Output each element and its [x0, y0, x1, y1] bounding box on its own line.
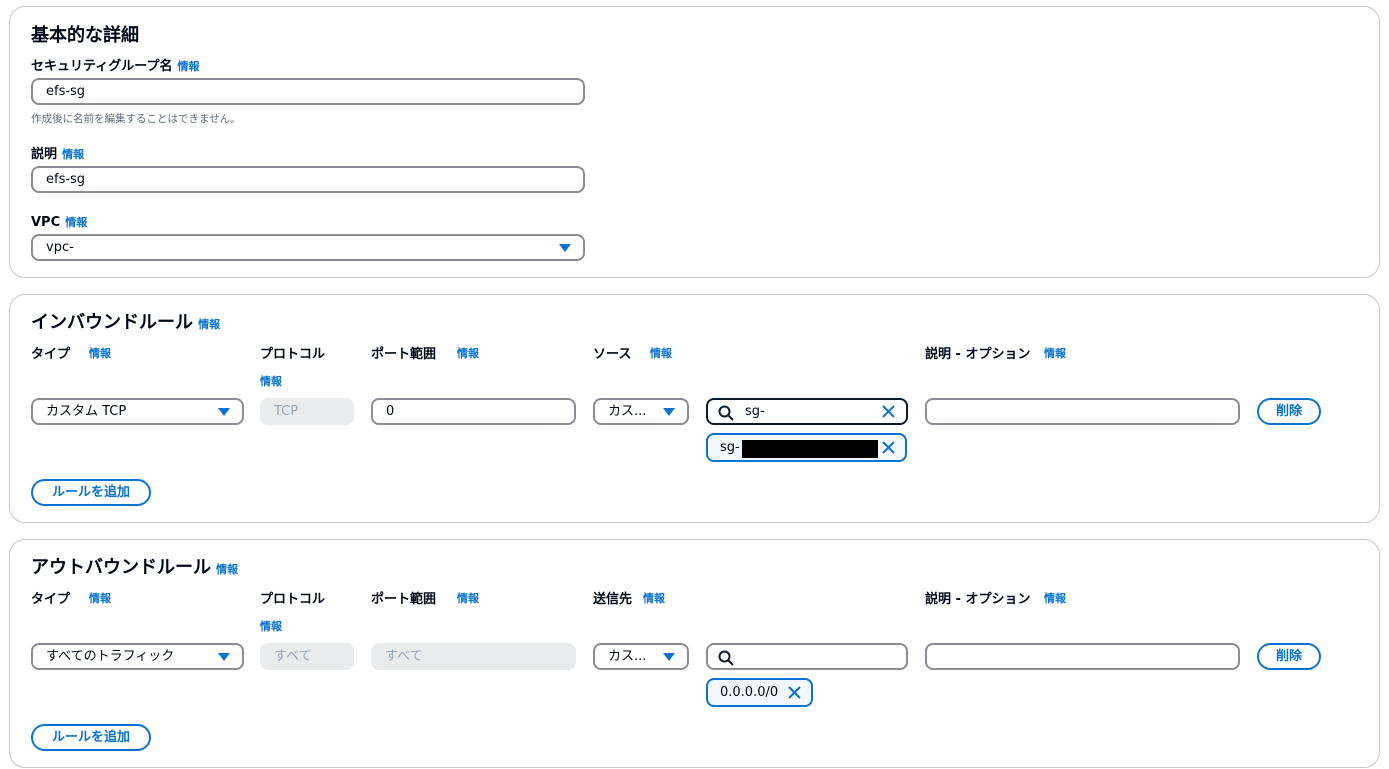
inbound-rules-panel: インバウンドルール 情報 タイプ 情報 プロトコル 情報 ポート範囲 情報 ソー…: [9, 294, 1380, 523]
outbound-heading: アウトバウンドルール: [31, 557, 211, 578]
inbound-source-token-label: sg-: [720, 440, 740, 455]
outbound-type-value: すべてのトラフィック: [46, 649, 175, 664]
outbound-port-info-link[interactable]: 情報: [457, 590, 479, 606]
inbound-source-search-input[interactable]: sg-: [706, 398, 908, 425]
outbound-col-destination: 送信先: [593, 592, 633, 607]
close-icon[interactable]: [880, 403, 897, 420]
outbound-heading-row: アウトバウンドルール 情報: [31, 553, 238, 579]
inbound-heading: インバウンドルール: [31, 312, 193, 333]
inbound-info-link[interactable]: 情報: [198, 318, 220, 331]
close-icon[interactable]: [786, 684, 803, 701]
caret-down-icon: [218, 408, 230, 416]
vpc-select[interactable]: vpc-: [31, 234, 585, 261]
inbound-col-description: 説明 - オプション: [925, 347, 1031, 362]
sg-name-info-link[interactable]: 情報: [178, 60, 200, 73]
caret-down-icon: [218, 653, 230, 661]
vpc-info-link[interactable]: 情報: [65, 216, 87, 229]
description-label: 説明: [31, 147, 58, 162]
outbound-dest-search-input[interactable]: [706, 643, 908, 670]
inbound-source-token: sg-: [706, 433, 907, 462]
inbound-source-select[interactable]: カス...: [593, 398, 689, 425]
outbound-type-select[interactable]: すべてのトラフィック: [31, 643, 244, 670]
inbound-source-info-link[interactable]: 情報: [650, 345, 672, 361]
outbound-dest-token-label: 0.0.0.0/0: [720, 685, 779, 700]
outbound-col-port: ポート範囲: [371, 592, 437, 607]
outbound-port-field: すべて: [371, 643, 576, 670]
inbound-port-input[interactable]: 0: [371, 398, 576, 425]
outbound-description-input[interactable]: [925, 643, 1240, 670]
inbound-protocol-field: TCP: [260, 398, 354, 425]
inbound-add-rule-button[interactable]: ルールを追加: [31, 479, 151, 506]
search-icon: [718, 650, 734, 666]
vpc-label-row: VPC 情報: [31, 211, 87, 230]
inbound-type-select[interactable]: カスタム TCP: [31, 398, 244, 425]
basic-details-heading: 基本的な詳細: [31, 25, 139, 46]
inbound-desc-info-link[interactable]: 情報: [1044, 345, 1066, 361]
outbound-type-info-link[interactable]: 情報: [89, 590, 111, 606]
outbound-protocol-info-link[interactable]: 情報: [260, 618, 282, 634]
inbound-col-port: ポート範囲: [371, 347, 437, 362]
inbound-port-info-link[interactable]: 情報: [457, 345, 479, 361]
outbound-delete-button[interactable]: 削除: [1257, 643, 1321, 670]
description-label-row: 説明 情報: [31, 143, 84, 162]
inbound-col-protocol: プロトコル: [260, 347, 326, 362]
inbound-delete-button[interactable]: 削除: [1257, 398, 1321, 425]
outbound-info-link[interactable]: 情報: [216, 563, 238, 576]
outbound-dest-token: 0.0.0.0/0: [706, 678, 813, 707]
inbound-protocol-info-link[interactable]: 情報: [260, 373, 282, 389]
description-info-link[interactable]: 情報: [62, 148, 84, 161]
vpc-select-value: vpc-: [46, 240, 74, 255]
vpc-label: VPC: [31, 215, 61, 230]
outbound-desc-info-link[interactable]: 情報: [1044, 590, 1066, 606]
sg-name-label: セキュリティグループ名: [31, 59, 173, 74]
outbound-dest-select[interactable]: カス...: [593, 643, 689, 670]
inbound-heading-row: インバウンドルール 情報: [31, 308, 220, 334]
outbound-dest-info-link[interactable]: 情報: [643, 590, 665, 606]
inbound-type-info-link[interactable]: 情報: [89, 345, 111, 361]
outbound-col-protocol: プロトコル: [260, 592, 326, 607]
outbound-col-type: タイプ: [31, 592, 71, 607]
description-input[interactable]: efs-sg: [31, 166, 585, 193]
caret-down-icon: [559, 244, 571, 252]
caret-down-icon: [663, 653, 675, 661]
outbound-col-description: 説明 - オプション: [925, 592, 1031, 607]
inbound-col-source: ソース: [593, 347, 632, 362]
sg-name-label-row: セキュリティグループ名 情報: [31, 55, 200, 74]
caret-down-icon: [663, 408, 675, 416]
inbound-source-search-value: sg-: [745, 404, 765, 419]
close-icon[interactable]: [880, 439, 897, 456]
sg-name-input[interactable]: efs-sg: [31, 78, 585, 105]
outbound-add-rule-button[interactable]: ルールを追加: [31, 724, 151, 751]
sg-name-hint: 作成後に名前を編集することはできません。: [31, 113, 241, 125]
redacted-block: [742, 440, 878, 458]
inbound-col-type: タイプ: [31, 347, 71, 362]
inbound-type-value: カスタム TCP: [46, 404, 127, 419]
search-icon: [718, 405, 734, 421]
outbound-rules-panel: アウトバウンドルール 情報 タイプ 情報 プロトコル 情報 ポート範囲 情報 送…: [9, 539, 1380, 768]
outbound-protocol-field: すべて: [260, 643, 354, 670]
outbound-dest-select-value: カス...: [608, 649, 647, 664]
inbound-source-select-value: カス...: [608, 404, 647, 419]
inbound-description-input[interactable]: [925, 398, 1240, 425]
basic-details-panel: 基本的な詳細 セキュリティグループ名 情報 efs-sg 作成後に名前を編集する…: [9, 6, 1380, 278]
